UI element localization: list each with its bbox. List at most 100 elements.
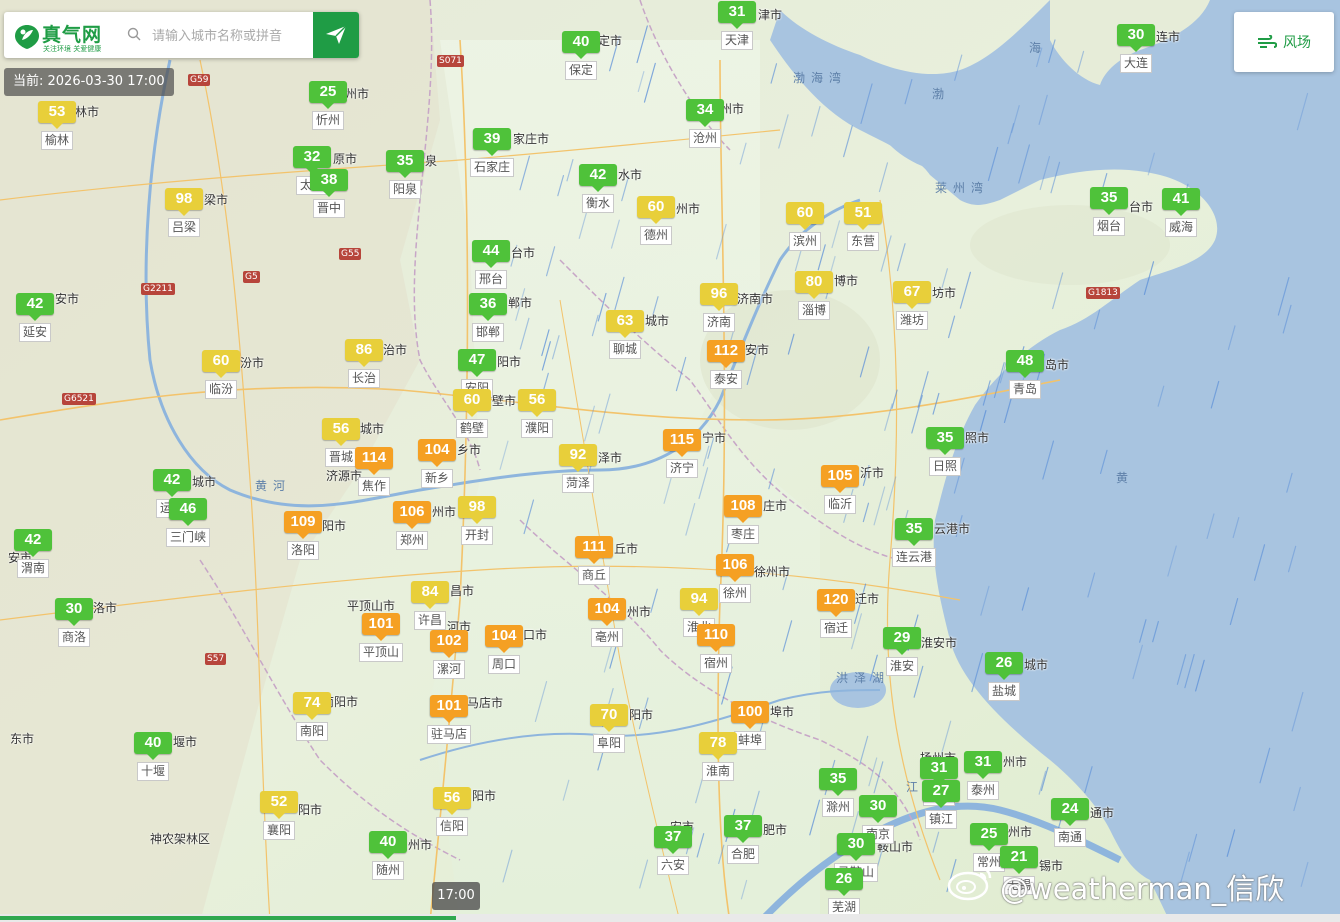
station-marker[interactable]: 108 枣庄 <box>724 495 762 544</box>
station-marker[interactable]: 35 阳泉 <box>386 150 424 199</box>
station-marker[interactable]: 30 商洛 <box>55 598 93 647</box>
map-city-label: 淮安市 <box>921 636 958 650</box>
station-marker[interactable]: 34 沧州 <box>686 99 724 148</box>
station-marker[interactable]: 105 临沂 <box>821 465 859 514</box>
station-marker[interactable]: 48 青岛 <box>1006 350 1044 399</box>
station-name: 长治 <box>347 369 380 388</box>
station-marker[interactable]: 31 泰州 <box>964 751 1002 800</box>
station-marker[interactable]: 74 南阳 <box>293 692 331 741</box>
station-marker[interactable]: 111 商丘 <box>575 536 613 585</box>
station-marker[interactable]: 37 合肥 <box>724 815 762 864</box>
station-marker[interactable]: 101 平顶山 <box>358 613 404 662</box>
station-marker[interactable]: 25 忻州 <box>309 81 347 130</box>
station-marker[interactable]: 112 泰安 <box>707 340 745 389</box>
search-bar: 真气网 关注环境 关爱健康 <box>4 12 359 58</box>
station-name: 沧州 <box>688 129 721 148</box>
map-city-label: 州市 <box>408 838 433 852</box>
station-marker[interactable]: 35 滁州 <box>819 768 857 817</box>
station-marker[interactable]: 40 随州 <box>369 831 407 880</box>
station-marker[interactable]: 60 滨州 <box>786 202 824 251</box>
station-marker[interactable]: 67 潍坊 <box>893 281 931 330</box>
station-marker[interactable]: 70 阜阳 <box>590 704 628 753</box>
station-marker[interactable]: 109 洛阳 <box>284 511 322 560</box>
aqi-badge: 52 <box>260 791 298 819</box>
station-marker[interactable]: 104 亳州 <box>588 598 626 647</box>
station-marker[interactable]: 42 渭南 <box>14 529 52 578</box>
station-name: 许昌 <box>413 611 446 630</box>
station-marker[interactable]: 86 长治 <box>345 339 383 388</box>
map-city-label: 博市 <box>834 274 859 288</box>
station-marker[interactable]: 98 开封 <box>458 496 496 545</box>
map-city-label: 定市 <box>598 34 623 48</box>
station-marker[interactable]: 102 漯河 <box>430 630 468 679</box>
station-marker[interactable]: 98 吕梁 <box>165 188 203 237</box>
aqi-map[interactable]: 津市 定市 连市 州市 林市 州市 家庄市 原市泉水市 梁市 州市 台市 台市 济南市 博市 坊市 安市 郸市城… <box>0 0 1340 922</box>
station-name: 邢台 <box>474 270 507 289</box>
station-marker[interactable]: 31 天津 <box>718 1 756 50</box>
map-city-label: 台市 <box>1129 200 1154 214</box>
station-marker[interactable]: 104 周口 <box>485 625 523 674</box>
station-marker[interactable]: 80 淄博 <box>795 271 833 320</box>
station-name: 平顶山 <box>358 643 404 662</box>
station-marker[interactable]: 60 德州 <box>637 196 675 245</box>
station-marker[interactable]: 41 威海 <box>1162 188 1200 237</box>
station-name: 石家庄 <box>469 158 515 177</box>
timeline-bar[interactable] <box>0 914 1340 922</box>
station-marker[interactable]: 24 南通 <box>1051 798 1089 847</box>
station-marker[interactable]: 42 延安 <box>16 293 54 342</box>
station-marker[interactable]: 35 日照 <box>926 427 964 476</box>
station-name: 菏泽 <box>561 474 594 493</box>
station-marker[interactable]: 52 襄阳 <box>260 791 298 840</box>
station-name: 泰州 <box>966 781 999 800</box>
station-marker[interactable]: 26 芜湖 <box>825 868 863 917</box>
wind-field-button[interactable]: 风场 <box>1234 12 1334 72</box>
station-name: 随州 <box>371 861 404 880</box>
station-marker[interactable]: 120 宿迁 <box>817 589 855 638</box>
station-marker[interactable]: 106 郑州 <box>393 501 431 550</box>
station-marker[interactable]: 56 信阳 <box>433 787 471 836</box>
station-marker[interactable]: 84 许昌 <box>411 581 449 630</box>
station-marker[interactable]: 51 东营 <box>844 202 882 251</box>
station-marker[interactable]: 46 三门峡 <box>165 498 211 547</box>
station-marker[interactable]: 40 保定 <box>562 31 600 80</box>
station-marker[interactable]: 36 邯郸 <box>469 293 507 342</box>
station-marker[interactable]: 39 石家庄 <box>469 128 515 177</box>
station-marker[interactable]: 63 聊城 <box>606 310 644 359</box>
aqi-badge: 80 <box>795 271 833 299</box>
station-marker[interactable]: 37 六安 <box>654 826 692 875</box>
timeline-handle[interactable]: 17:00 <box>432 882 480 910</box>
station-marker[interactable]: 96 济南 <box>700 283 738 332</box>
station-marker[interactable]: 56 濮阳 <box>518 389 556 438</box>
station-marker[interactable]: 53 榆林 <box>38 101 76 150</box>
search-button[interactable] <box>313 12 359 58</box>
station-marker[interactable]: 42 衡水 <box>579 164 617 213</box>
station-marker[interactable]: 104 新乡 <box>418 439 456 488</box>
station-marker[interactable]: 101 驻马店 <box>426 695 472 744</box>
station-marker[interactable]: 29 淮安 <box>883 627 921 676</box>
station-name: 焦作 <box>357 477 390 496</box>
station-marker[interactable]: 26 盐城 <box>985 652 1023 701</box>
station-marker[interactable]: 44 邢台 <box>472 240 510 289</box>
station-marker[interactable]: 78 淮南 <box>699 732 737 781</box>
station-name: 烟台 <box>1092 217 1125 236</box>
station-marker[interactable]: 60 鹤壁 <box>453 389 491 438</box>
station-marker[interactable]: 110 宿州 <box>697 624 735 673</box>
station-marker[interactable]: 35 连云港 <box>891 518 937 567</box>
aqi-badge: 32 <box>293 146 331 174</box>
station-name: 蚌埠 <box>733 731 766 750</box>
station-marker[interactable]: 114 焦作 <box>355 447 393 496</box>
station-marker[interactable]: 92 菏泽 <box>559 444 597 493</box>
station-marker[interactable]: 106 徐州 <box>716 554 754 603</box>
station-marker[interactable]: 115 济宁 <box>663 429 701 478</box>
station-marker[interactable]: 60 临汾 <box>202 350 240 399</box>
search-input[interactable] <box>150 20 334 52</box>
road-shield: G1813 <box>1086 287 1120 299</box>
wind-icon <box>1258 35 1277 48</box>
map-city-label: 安市 <box>745 343 770 357</box>
station-marker[interactable]: 27 镇江 <box>922 780 960 829</box>
logo[interactable]: 真气网 关注环境 关爱健康 <box>14 20 119 54</box>
station-marker[interactable]: 40 十堰 <box>134 732 172 781</box>
station-marker[interactable]: 38 晋中 <box>310 169 348 218</box>
station-marker[interactable]: 30 大连 <box>1117 24 1155 73</box>
station-marker[interactable]: 35 烟台 <box>1090 187 1128 236</box>
